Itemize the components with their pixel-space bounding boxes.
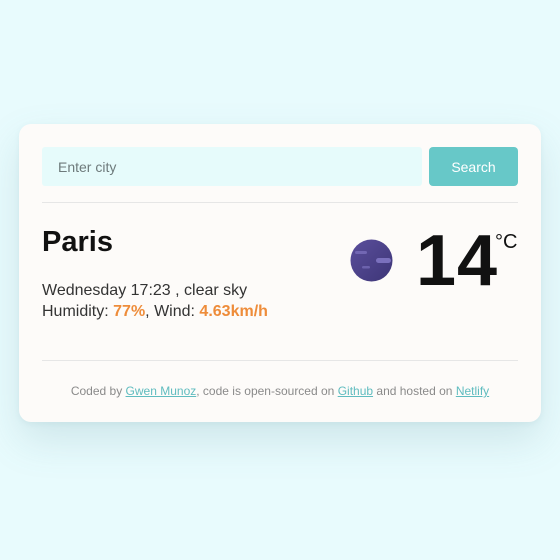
weather-details: Wednesday 17:23 , clear sky Humidity: 77… — [42, 280, 268, 322]
wind-label: Wind: — [154, 303, 195, 320]
wind-value: 4.63km/h — [199, 303, 268, 320]
author-link[interactable]: Gwen Munoz — [126, 384, 197, 398]
footer-mid-text: , code is open-sourced on — [196, 384, 335, 398]
temperature-unit: °C — [495, 231, 518, 253]
netlify-link[interactable]: Netlify — [456, 384, 489, 398]
datetime: Wednesday 17:23 — [42, 282, 171, 299]
humidity-wind-line: Humidity: 77%, Wind: 4.63km/h — [42, 303, 268, 320]
bottom-divider — [42, 360, 518, 361]
city-search-input[interactable] — [42, 147, 422, 186]
footer-coded-by: Coded by — [70, 384, 123, 398]
github-link[interactable]: Github — [338, 384, 373, 398]
humidity-value: 77% — [113, 303, 146, 320]
top-divider — [42, 202, 518, 203]
night-moon-icon — [350, 239, 393, 282]
humidity-label: Humidity: — [42, 303, 109, 320]
city-name: Paris — [42, 226, 113, 258]
condition: clear sky — [184, 282, 248, 299]
footer-hosted-text: and hosted on — [376, 384, 453, 398]
weather-card: Search Paris Wednesday 17:23 , clear sky… — [19, 124, 541, 422]
footer: Coded by Gwen Munoz, code is open-source… — [42, 383, 518, 399]
datetime-condition-line: Wednesday 17:23 , clear sky — [42, 282, 248, 299]
search-button[interactable]: Search — [429, 147, 518, 186]
search-form: Search — [42, 147, 518, 186]
temperature-value: 14 — [416, 221, 499, 301]
